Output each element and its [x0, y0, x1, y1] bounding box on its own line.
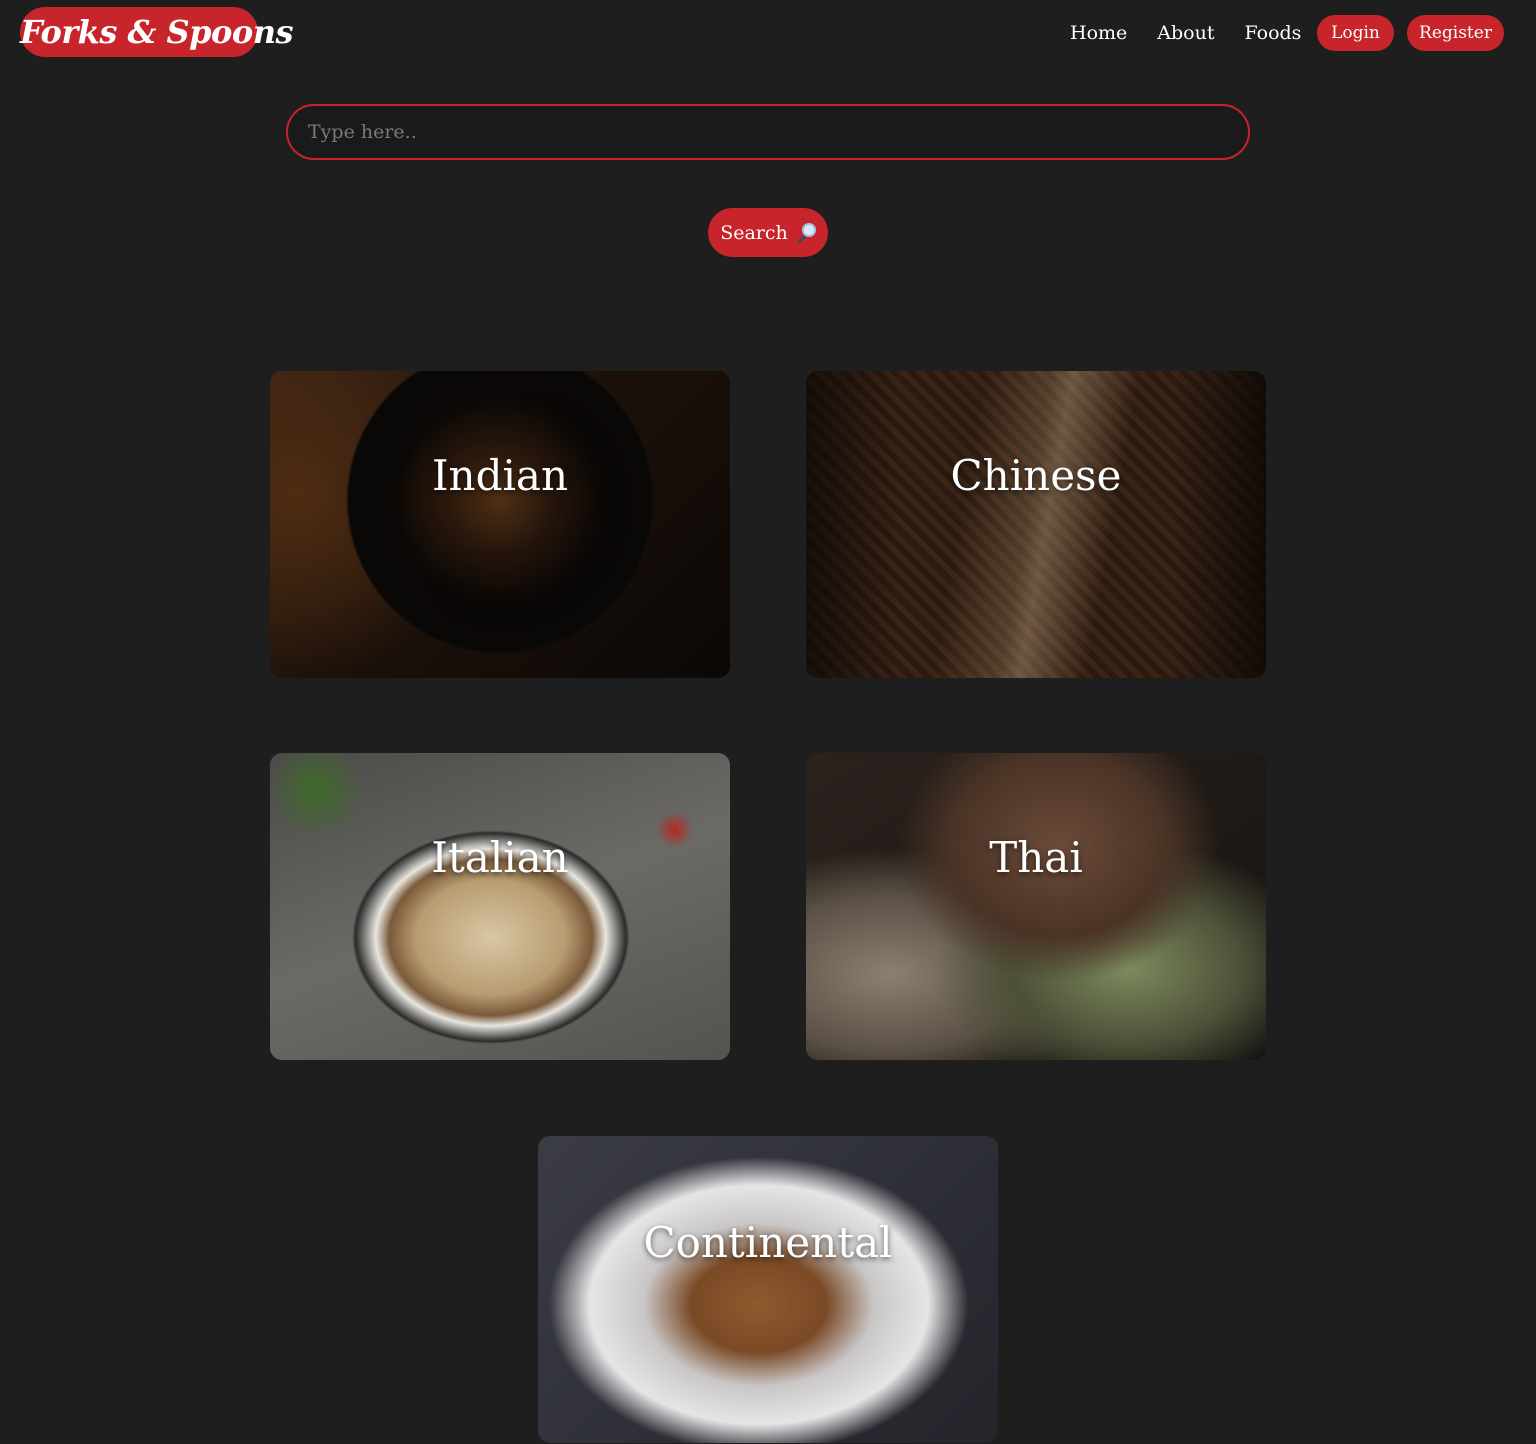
category-card-continental[interactable]: Continental	[538, 1136, 998, 1443]
category-card-indian[interactable]: Indian	[270, 371, 730, 678]
nav-link-about[interactable]: About	[1157, 22, 1214, 44]
search-input[interactable]	[286, 104, 1250, 160]
category-title: Chinese	[950, 451, 1122, 500]
nav-links: Home About Foods	[1070, 18, 1331, 48]
magnifying-glass-icon	[796, 222, 816, 244]
nav-link-home[interactable]: Home	[1070, 22, 1127, 44]
search-button[interactable]: Search	[708, 208, 828, 257]
category-card-italian[interactable]: Italian	[270, 753, 730, 1060]
category-card-chinese[interactable]: Chinese	[806, 371, 1266, 678]
category-card-thai[interactable]: Thai	[806, 753, 1266, 1060]
navbar: Forks & Spoons Home About Foods Login Re…	[0, 0, 1536, 70]
category-title: Italian	[431, 833, 569, 882]
login-button[interactable]: Login	[1317, 15, 1394, 51]
register-button[interactable]: Register	[1407, 15, 1504, 51]
category-title: Continental	[643, 1218, 893, 1267]
nav-link-foods[interactable]: Foods	[1244, 22, 1301, 44]
category-title: Thai	[989, 833, 1083, 882]
brand-logo[interactable]: Forks & Spoons	[20, 7, 293, 57]
search-button-label: Search	[720, 221, 788, 244]
category-title: Indian	[431, 451, 569, 500]
